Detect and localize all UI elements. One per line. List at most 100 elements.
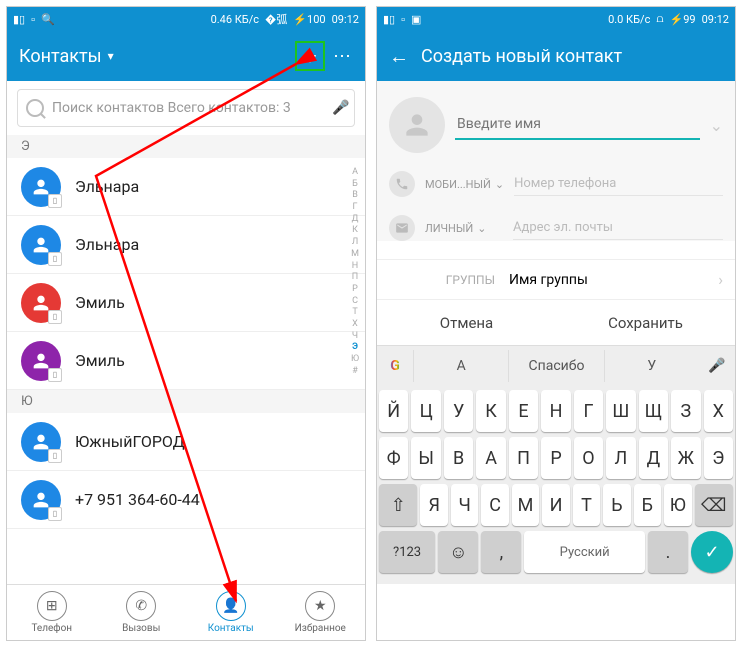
nav-label: Контакты — [208, 623, 254, 634]
alpha-letter[interactable]: Д — [352, 214, 359, 226]
email-input[interactable]: Адрес эл. почты — [513, 216, 723, 240]
key[interactable]: Д — [639, 437, 668, 479]
key[interactable]: В — [444, 437, 473, 479]
search-input[interactable]: Поиск контактов Всего контактов: 3 🎤 — [17, 89, 355, 127]
contact-row[interactable]: ▯Эльнара — [7, 158, 365, 216]
key[interactable]: Х — [704, 390, 733, 432]
cancel-button[interactable]: Отмена — [377, 300, 556, 345]
contact-row[interactable]: ▯Эмиль — [7, 332, 365, 390]
contact-row[interactable]: ▯ЮжныйГОРОД — [7, 413, 365, 471]
key[interactable]: У — [444, 390, 473, 432]
suggestion[interactable]: У — [604, 350, 699, 382]
nav-person[interactable]: 👤Контакты — [186, 585, 276, 640]
add-contact-button[interactable]: + — [295, 41, 325, 71]
back-button[interactable]: ← — [389, 44, 409, 69]
alpha-letter[interactable]: С — [352, 296, 358, 308]
key[interactable]: З — [671, 390, 700, 432]
alpha-letter[interactable]: Ч — [352, 331, 358, 343]
key[interactable]: Я — [420, 484, 447, 526]
numeric-key[interactable]: ?123 — [379, 531, 435, 573]
alpha-letter[interactable]: Х — [352, 319, 358, 331]
key[interactable]: Ь — [603, 484, 630, 526]
app-bar: Контакты ▾ + ⋯ — [7, 31, 365, 81]
alpha-index[interactable]: АБВГДКЛМНПРСТХЧЭЮ# — [347, 167, 363, 377]
key[interactable]: П — [509, 437, 538, 479]
contact-name: +7 951 364-60-44 — [75, 490, 200, 509]
key[interactable]: Й — [379, 390, 408, 432]
alpha-letter[interactable]: П — [352, 272, 358, 284]
key[interactable]: Ж — [671, 437, 700, 479]
google-icon[interactable]: G — [377, 358, 413, 374]
key[interactable]: Э — [704, 437, 733, 479]
key[interactable]: Р — [541, 437, 570, 479]
shift-key[interactable]: ⇧ — [379, 484, 417, 526]
key[interactable]: И — [542, 484, 569, 526]
key[interactable]: С — [481, 484, 508, 526]
name-input[interactable] — [455, 110, 700, 140]
phone-type-dropdown[interactable]: МОБИ...НЫЙ ⌄ — [425, 178, 504, 191]
alpha-letter[interactable]: Э — [352, 342, 358, 354]
keyboard[interactable]: ЙЦУКЕНГШЩЗХ ФЫВАПРОЛДЖЭ ⇧ЯЧСМИТЬБЮ⌫ ?123☺,Р… — [377, 386, 735, 584]
alpha-letter[interactable]: К — [352, 225, 358, 237]
space-key[interactable]: Русский — [524, 531, 644, 573]
nav-phone[interactable]: ✆Вызовы — [97, 585, 187, 640]
key[interactable]: Н — [541, 390, 570, 432]
comma-key[interactable]: , — [481, 531, 521, 573]
enter-key[interactable]: ✓ — [691, 531, 733, 573]
email-type-dropdown[interactable]: ЛИЧНЫЙ ⌄ — [425, 222, 503, 235]
contact-list[interactable]: Э▯Эльнара▯Эльнара▯Эмиль▯ЭмильЮ▯ЮжныйГОРО… — [7, 135, 365, 529]
key[interactable]: Т — [573, 484, 600, 526]
key[interactable]: Ш — [606, 390, 635, 432]
save-button[interactable]: Сохранить — [556, 300, 735, 345]
key[interactable]: Ф — [379, 437, 408, 479]
key[interactable]: Б — [634, 484, 661, 526]
nav-star[interactable]: ★Избранное — [276, 585, 366, 640]
key[interactable]: М — [512, 484, 539, 526]
chevron-down-icon[interactable]: ⌄ — [710, 116, 723, 135]
key[interactable]: Л — [606, 437, 635, 479]
signal-icon: ▮▯ — [13, 13, 25, 26]
alpha-letter[interactable]: Б — [352, 179, 358, 191]
alpha-letter[interactable]: Г — [352, 202, 357, 214]
alpha-letter[interactable]: Ю — [351, 354, 359, 366]
more-menu-button[interactable]: ⋯ — [333, 46, 353, 67]
contact-row[interactable]: ▯Эмиль — [7, 274, 365, 332]
key[interactable]: К — [476, 390, 505, 432]
contact-row[interactable]: ▯Эльнара — [7, 216, 365, 274]
phone-right: ▮▯ ▫ ▣ 0.0 КБ/с ⩍ ⚡99 09:12 ← Создать но… — [376, 6, 736, 641]
alpha-letter[interactable]: Л — [352, 237, 358, 249]
backspace-key[interactable]: ⌫ — [695, 484, 733, 526]
key[interactable]: Ю — [664, 484, 691, 526]
avatar-placeholder[interactable] — [389, 97, 445, 153]
status-bar: ▮▯ ▫ 🔍 0.46 КБ/с �弧 ⚡100 09:12 — [7, 7, 365, 31]
bottom-nav: ⊞Телефон✆Вызовы👤Контакты★Избранное — [7, 584, 365, 640]
key[interactable]: Е — [509, 390, 538, 432]
key[interactable]: Щ — [639, 390, 668, 432]
key[interactable]: Ч — [451, 484, 478, 526]
suggestion[interactable]: А — [413, 350, 508, 382]
nav-dial[interactable]: ⊞Телефон — [7, 585, 97, 640]
alpha-letter[interactable]: Н — [352, 261, 358, 273]
status-bar: ▮▯ ▫ ▣ 0.0 КБ/с ⩍ ⚡99 09:12 — [377, 7, 735, 31]
alpha-letter[interactable]: В — [352, 190, 358, 202]
mic-icon[interactable]: 🎤 — [699, 358, 735, 374]
key[interactable]: Ц — [411, 390, 440, 432]
title-dropdown[interactable]: Контакты ▾ — [19, 46, 295, 67]
chevron-down-icon: ⌄ — [495, 178, 504, 191]
suggestion[interactable]: Спасибо — [508, 350, 603, 382]
phone-input[interactable]: Номер телефона — [514, 172, 723, 196]
key[interactable]: Г — [574, 390, 603, 432]
mic-icon[interactable]: 🎤 — [332, 100, 346, 116]
key[interactable]: Ы — [411, 437, 440, 479]
alpha-letter[interactable]: А — [352, 167, 358, 179]
alpha-letter[interactable]: Р — [352, 284, 358, 296]
alpha-letter[interactable]: # — [352, 366, 358, 378]
alpha-letter[interactable]: Т — [352, 307, 357, 319]
period-key[interactable]: . — [648, 531, 688, 573]
key[interactable]: О — [574, 437, 603, 479]
emoji-key[interactable]: ☺ — [438, 531, 478, 573]
alpha-letter[interactable]: М — [351, 249, 359, 261]
group-row[interactable]: ГРУППЫ Имя группы › — [377, 259, 735, 300]
key[interactable]: А — [476, 437, 505, 479]
contact-row[interactable]: ▯+7 951 364-60-44 — [7, 471, 365, 529]
